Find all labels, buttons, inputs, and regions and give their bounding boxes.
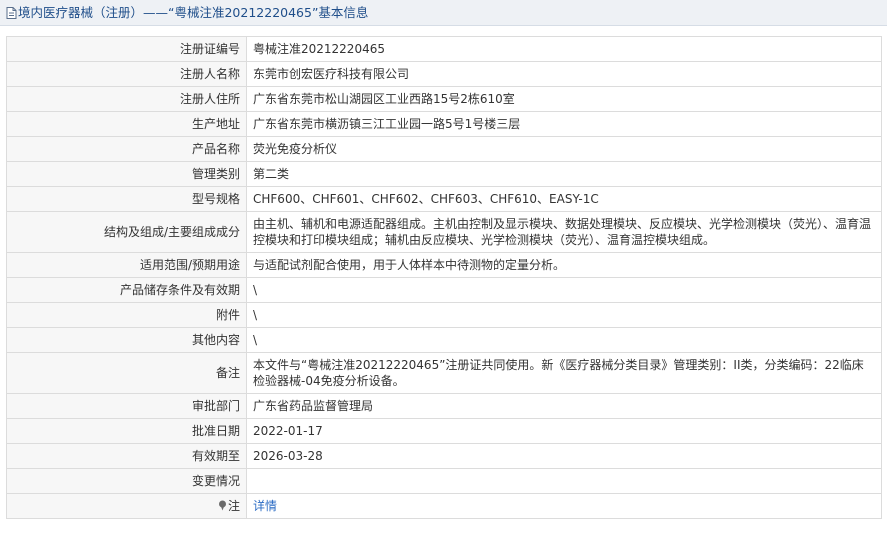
row-label: 变更情况	[6, 468, 247, 494]
row-label: 附件	[6, 302, 247, 328]
row-value: \	[246, 302, 882, 328]
row-value: 2022-01-17	[246, 418, 882, 444]
table-row: 结构及组成/主要组成成分 由主机、辅机和电源适配器组成。主机由控制及显示模块、数…	[6, 211, 882, 253]
table-row: 批准日期 2022-01-17	[6, 418, 882, 444]
pin-icon	[218, 499, 227, 515]
row-value: 2026-03-28	[246, 443, 882, 469]
row-label: 管理类别	[6, 161, 247, 187]
table-row: 备注 本文件与“粤械注准20212220465”注册证共同使用。新《医疗器械分类…	[6, 352, 882, 394]
row-value: 广东省东莞市横沥镇三江工业园一路5号1号楼三层	[246, 111, 882, 137]
note-value-cell: 详情	[246, 493, 882, 519]
row-label: 审批部门	[6, 393, 247, 419]
row-value: 广东省药品监督管理局	[246, 393, 882, 419]
row-label: 批准日期	[6, 418, 247, 444]
table-row: 注册人住所 广东省东莞市松山湖园区工业西路15号2栋610室	[6, 86, 882, 112]
info-table-container: 注册证编号 粤械注准20212220465 注册人名称 东莞市创宏医疗科技有限公…	[6, 36, 882, 519]
row-value: 广东省东莞市松山湖园区工业西路15号2栋610室	[246, 86, 882, 112]
row-label: 有效期至	[6, 443, 247, 469]
row-value: 第二类	[246, 161, 882, 187]
row-label: 其他内容	[6, 327, 247, 353]
row-value: 由主机、辅机和电源适配器组成。主机由控制及显示模块、数据处理模块、反应模块、光学…	[246, 211, 882, 253]
page-title: 境内医疗器械（注册）——“粤械注准20212220465”基本信息	[18, 5, 369, 20]
document-icon	[6, 2, 17, 25]
row-label: 结构及组成/主要组成成分	[6, 211, 247, 253]
page-header: 境内医疗器械（注册）——“粤械注准20212220465”基本信息	[0, 0, 887, 26]
row-label: 备注	[6, 352, 247, 394]
row-label: 产品名称	[6, 136, 247, 162]
row-label: 型号规格	[6, 186, 247, 212]
row-value: \	[246, 327, 882, 353]
row-value: 粤械注准20212220465	[246, 36, 882, 62]
table-row: 管理类别 第二类	[6, 161, 882, 187]
row-label: 注册人名称	[6, 61, 247, 87]
table-row: 产品名称 荧光免疫分析仪	[6, 136, 882, 162]
info-table: 注册证编号 粤械注准20212220465 注册人名称 东莞市创宏医疗科技有限公…	[6, 36, 882, 519]
note-label: 注	[227, 498, 240, 513]
table-row: 生产地址 广东省东莞市横沥镇三江工业园一路5号1号楼三层	[6, 111, 882, 137]
table-row-note: 注 详情	[6, 493, 882, 519]
row-label: 产品储存条件及有效期	[6, 277, 247, 303]
table-row: 变更情况	[6, 468, 882, 494]
row-label: 注册证编号	[6, 36, 247, 62]
table-row: 注册证编号 粤械注准20212220465	[6, 36, 882, 62]
row-value: 东莞市创宏医疗科技有限公司	[246, 61, 882, 87]
row-label: 适用范围/预期用途	[6, 252, 247, 278]
details-link[interactable]: 详情	[253, 499, 277, 513]
table-row: 型号规格 CHF600、CHF601、CHF602、CHF603、CHF610、…	[6, 186, 882, 212]
table-row: 有效期至 2026-03-28	[6, 443, 882, 469]
table-row: 其他内容 \	[6, 327, 882, 353]
row-value: CHF600、CHF601、CHF602、CHF603、CHF610、EASY-…	[246, 186, 882, 212]
table-row: 审批部门 广东省药品监督管理局	[6, 393, 882, 419]
row-label: 生产地址	[6, 111, 247, 137]
row-value: \	[246, 277, 882, 303]
row-value	[246, 468, 882, 494]
note-label-cell: 注	[6, 493, 247, 519]
table-row: 适用范围/预期用途 与适配试剂配合使用，用于人体样本中待测物的定量分析。	[6, 252, 882, 278]
table-row: 附件 \	[6, 302, 882, 328]
row-value: 与适配试剂配合使用，用于人体样本中待测物的定量分析。	[246, 252, 882, 278]
table-row: 注册人名称 东莞市创宏医疗科技有限公司	[6, 61, 882, 87]
table-row: 产品储存条件及有效期 \	[6, 277, 882, 303]
row-value: 荧光免疫分析仪	[246, 136, 882, 162]
row-value: 本文件与“粤械注准20212220465”注册证共同使用。新《医疗器械分类目录》…	[246, 352, 882, 394]
row-label: 注册人住所	[6, 86, 247, 112]
